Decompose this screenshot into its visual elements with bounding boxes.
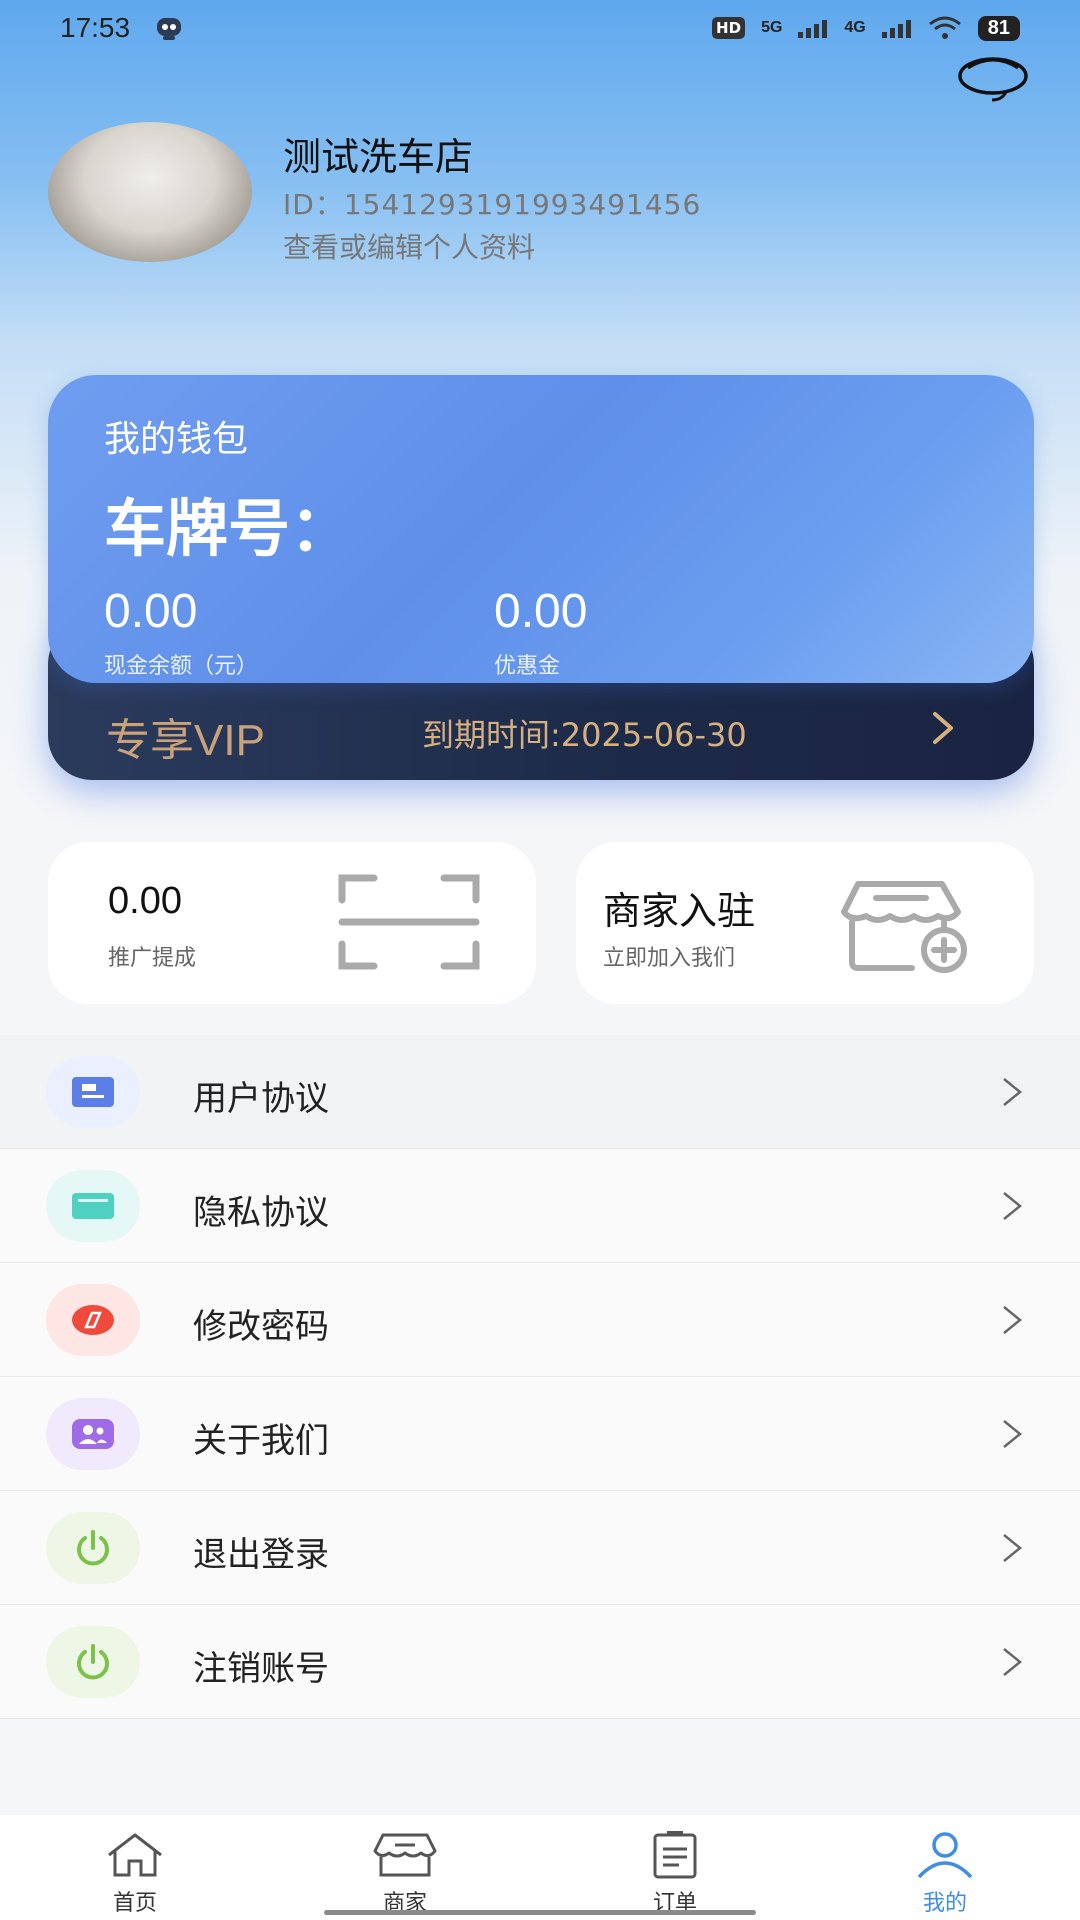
merchant-join-subtitle: 立即加入我们: [603, 946, 736, 971]
shop-icon: [373, 1833, 437, 1877]
wallet-title: 我的钱包: [104, 419, 249, 460]
wifi-icon: [928, 16, 961, 39]
signal-icon-2: [881, 20, 911, 38]
menu-item-user-agreement[interactable]: 用户协议: [0, 1035, 1080, 1149]
network-4g: 4G: [844, 19, 866, 36]
chevron-right-icon: [1003, 1078, 1022, 1106]
profile-id: ID：1541293191993491456: [283, 188, 702, 221]
shop-add-icon: [841, 881, 967, 973]
home-icon: [108, 1833, 162, 1877]
vip-title: 专享VIP: [106, 716, 265, 765]
menu-label: 隐私协议: [193, 1193, 329, 1233]
edit-profile-link[interactable]: 查看或编辑个人资料: [283, 226, 535, 266]
settings-menu: 用户协议 隐私协议 修改密码 关于我们 退出登录 注销账号: [0, 1035, 1080, 1719]
vip-expire-date: 到期时间:2025-06-30: [422, 716, 747, 754]
menu-label: 退出登录: [193, 1535, 329, 1575]
menu-label: 关于我们: [193, 1421, 329, 1461]
home-indicator[interactable]: [324, 1910, 756, 1915]
network-5g: 5G: [761, 19, 783, 36]
signal-icon: [798, 20, 828, 38]
tab-home[interactable]: 首页: [0, 1815, 270, 1920]
tab-label: 首页: [112, 1891, 157, 1916]
cash-balance-label: 现金余额（元）: [104, 654, 259, 679]
power-icon: [46, 1626, 140, 1698]
menu-item-delete-account[interactable]: 注销账号: [0, 1605, 1080, 1719]
status-bar: 17:53 HD 5G 4G 81: [0, 0, 1080, 56]
avatar[interactable]: [48, 122, 252, 262]
group-icon: [46, 1398, 140, 1470]
chevron-right-icon: [1003, 1420, 1022, 1448]
compass-icon: [46, 1284, 140, 1356]
battery-level: 81: [977, 15, 1020, 41]
document-icon: [46, 1056, 140, 1128]
coupon-balance: 0.00: [494, 585, 588, 638]
chevron-right-icon: [1003, 1648, 1022, 1676]
customer-service-icon[interactable]: [956, 48, 1030, 104]
tab-label: 我的: [922, 1891, 967, 1916]
license-plate-label: 车牌号：: [104, 492, 353, 565]
power-icon: [46, 1512, 140, 1584]
merchant-join-title: 商家入驻: [603, 889, 756, 933]
cash-balance: 0.00: [104, 585, 198, 638]
chevron-right-icon[interactable]: [930, 710, 956, 746]
order-icon: [653, 1831, 697, 1879]
user-icon: [917, 1832, 973, 1879]
status-indicators: HD 5G 4G 81: [712, 15, 1020, 41]
menu-label: 修改密码: [193, 1307, 329, 1347]
menu-item-about-us[interactable]: 关于我们: [0, 1377, 1080, 1491]
status-time: 17:53: [60, 12, 131, 43]
coupon-balance-label: 优惠金: [494, 654, 561, 679]
folder-icon: [46, 1170, 140, 1242]
chevron-right-icon: [1003, 1192, 1022, 1220]
assistant-robot-icon: [157, 18, 182, 40]
promotion-label: 推广提成: [108, 946, 197, 971]
tab-mine[interactable]: 我的: [810, 1815, 1080, 1920]
bottom-tab-bar: 首页 商家 订单 我的: [0, 1815, 1080, 1920]
profile-name: 测试洗车店: [283, 135, 474, 179]
menu-label: 用户协议: [193, 1079, 329, 1119]
promotion-value: 0.00: [108, 880, 182, 922]
chevron-right-icon: [1003, 1534, 1022, 1562]
scan-icon[interactable]: [336, 872, 482, 972]
menu-label: 注销账号: [193, 1649, 329, 1689]
hd-badge: HD: [712, 17, 746, 39]
tab-merchant[interactable]: 商家: [270, 1815, 540, 1920]
menu-item-change-password[interactable]: 修改密码: [0, 1263, 1080, 1377]
chevron-right-icon: [1003, 1306, 1022, 1334]
tab-orders[interactable]: 订单: [540, 1815, 810, 1920]
menu-item-logout[interactable]: 退出登录: [0, 1491, 1080, 1605]
menu-item-privacy-policy[interactable]: 隐私协议: [0, 1149, 1080, 1263]
